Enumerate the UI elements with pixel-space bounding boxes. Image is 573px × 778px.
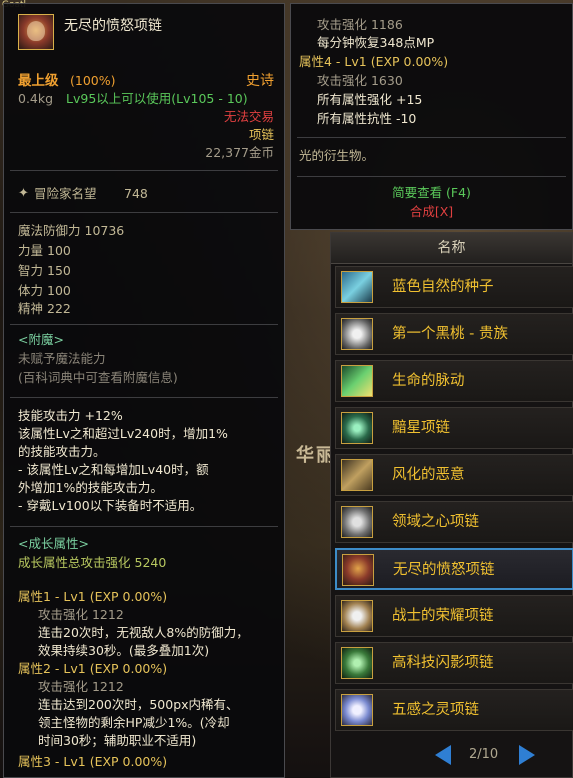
- pulse-icon: [341, 365, 373, 397]
- glory-necklace-icon: [341, 600, 373, 632]
- grade-label: 最上级: [18, 73, 59, 89]
- fame-star-icon: ✦: [18, 186, 29, 201]
- t2-line: 每分钟恢复348点MP: [317, 35, 435, 50]
- divider: [297, 137, 566, 138]
- fame-label: 冒险家名望: [34, 186, 97, 201]
- fame-value: 748: [124, 186, 148, 201]
- next-page-arrow-icon[interactable]: [519, 745, 535, 765]
- pagination: 2/10: [331, 741, 572, 771]
- list-item[interactable]: 蓝色自然的种子: [335, 266, 573, 308]
- compose-link[interactable]: 合成[X]: [291, 203, 572, 221]
- attr2-line: 时间30秒；辅助职业不适用): [38, 733, 197, 748]
- attr1-stat: 攻击强化 1212: [38, 607, 124, 622]
- list-item-selected[interactable]: 无尽的愤怒项链: [335, 548, 573, 590]
- skill-line: 技能攻击力 +12%: [18, 408, 123, 423]
- list-header: 名称: [331, 233, 572, 264]
- flavor-text: 光的衍生物。: [299, 148, 375, 163]
- prev-page-arrow-icon[interactable]: [435, 745, 451, 765]
- item-list-panel: 名称 蓝色自然的种子 第一个黑桃 - 贵族 生命的脉动 黯星项链 风化的恶意 领…: [330, 232, 573, 778]
- divider: [10, 324, 278, 325]
- skill-line: - 该属性Lv之和每增加Lv40时，额: [18, 462, 209, 477]
- summary-view-link[interactable]: 简要查看 (F4): [291, 184, 572, 202]
- attr2-stat: 攻击强化 1212: [38, 679, 124, 694]
- page-indicator: 2/10: [469, 747, 499, 762]
- list-item[interactable]: 五感之灵项链: [335, 689, 573, 731]
- list-item[interactable]: 高科技闪影项链: [335, 642, 573, 684]
- item-type: 项链: [248, 127, 274, 142]
- spirit-necklace-icon: [341, 694, 373, 726]
- item-price: 22,377金币: [205, 145, 274, 160]
- t2-line: 攻击强化 1186: [317, 17, 403, 32]
- item-tooltip: 无尽的愤怒项链 最上级 (100%) 史诗 0.4kg Lv95以上可以使用(L…: [3, 3, 285, 778]
- skill-line: 的技能攻击力。: [18, 444, 106, 459]
- divider: [10, 170, 278, 171]
- malice-icon: [341, 459, 373, 491]
- attr3-title: 属性3 - Lv1 (EXP 0.00%): [18, 754, 168, 769]
- divider: [10, 526, 278, 527]
- attr1-title: 属性1 - Lv1 (EXP 0.00%): [18, 589, 168, 604]
- list-item[interactable]: 生命的脉动: [335, 360, 573, 402]
- item-tooltip-continued: 攻击强化 1186 每分钟恢复348点MP 属性4 - Lv1 (EXP 0.0…: [290, 3, 573, 230]
- rarity-label: 史诗: [246, 73, 274, 89]
- star-necklace-icon: [341, 412, 373, 444]
- divider: [10, 212, 278, 213]
- attr1-line: 连击20次时，无视敌人8%的防御力，: [38, 625, 249, 640]
- attr1-line: 效果持续30秒。(最多叠加1次): [38, 643, 210, 658]
- stat-vit: 体力 100: [18, 283, 71, 298]
- attr2-line: 领主怪物的剩余HP减少1%。(冷却: [38, 715, 230, 730]
- spade-icon: [341, 318, 373, 350]
- stat-spi: 精神 222: [18, 301, 71, 316]
- skill-line: 该属性Lv之和超过Lv240时，增加1%: [18, 426, 228, 441]
- divider: [10, 397, 278, 398]
- stat-str: 力量 100: [18, 243, 71, 258]
- enchant-line: 未赋予魔法能力: [18, 351, 106, 366]
- list-item[interactable]: 战士的荣耀项链: [335, 595, 573, 637]
- grade-percent: (100%): [70, 73, 116, 88]
- list-item[interactable]: 第一个黑桃 - 贵族: [335, 313, 573, 355]
- tech-necklace-icon: [341, 647, 373, 679]
- growth-title: <成长属性>: [18, 536, 89, 551]
- enchant-title: <附魔>: [18, 332, 64, 347]
- list-item[interactable]: 风化的恶意: [335, 454, 573, 496]
- level-requirement: Lv95以上可以使用(Lv105 - 10): [66, 91, 248, 106]
- growth-total: 成长属性总攻击强化 5240: [18, 555, 167, 570]
- divider: [297, 176, 566, 177]
- stat-int: 智力 150: [18, 263, 71, 278]
- attr2-line: 连击达到200次时，500px内稀有、: [38, 697, 239, 712]
- skill-line: - 穿戴Lv100以下装备时不适用。: [18, 498, 203, 513]
- t2-line: 所有属性抗性 -10: [317, 111, 417, 126]
- skill-line: 外增加1%的技能攻击力。: [18, 480, 163, 495]
- trade-status: 无法交易: [223, 109, 274, 124]
- weight: 0.4kg: [18, 91, 54, 106]
- enchant-line: (百科词典中可查看附魔信息): [18, 370, 178, 385]
- rage-necklace-icon: [342, 554, 374, 586]
- heart-necklace-icon: [341, 506, 373, 538]
- item-name: 无尽的愤怒项链: [64, 18, 162, 34]
- seed-icon: [341, 271, 373, 303]
- list-item[interactable]: 领域之心项链: [335, 501, 573, 543]
- attr2-title: 属性2 - Lv1 (EXP 0.00%): [18, 661, 168, 676]
- necklace-icon: [18, 14, 54, 50]
- list-item[interactable]: 黯星项链: [335, 407, 573, 449]
- stat-mdef: 魔法防御力 10736: [18, 223, 125, 238]
- t2-line: 所有属性强化 +15: [317, 92, 423, 107]
- t2-line: 攻击强化 1630: [317, 73, 403, 88]
- attr4-title: 属性4 - Lv1 (EXP 0.00%): [299, 54, 449, 69]
